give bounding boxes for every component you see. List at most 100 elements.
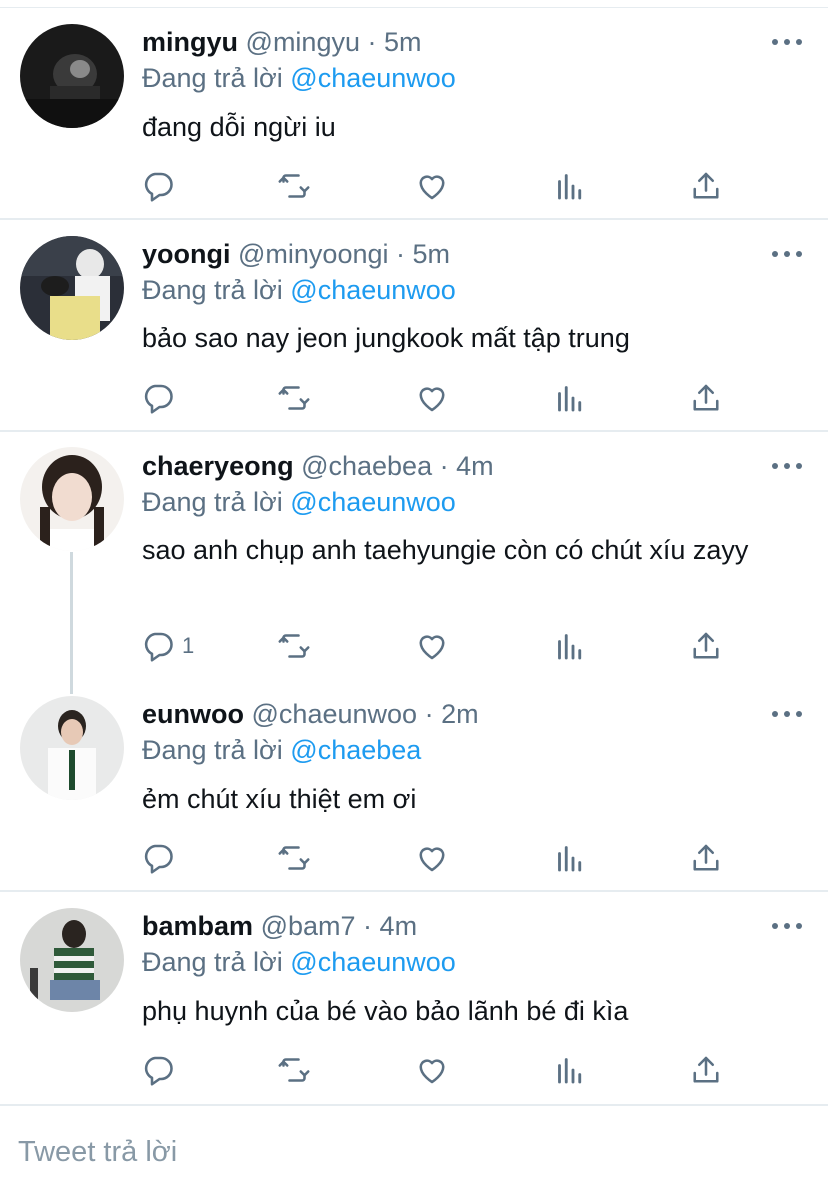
analytics-button[interactable]	[552, 166, 588, 206]
avatar[interactable]	[20, 908, 124, 1012]
like-button[interactable]	[414, 378, 450, 418]
reply-icon	[140, 628, 176, 664]
reply-button[interactable]	[140, 166, 176, 206]
action-bar	[140, 378, 740, 418]
timestamp[interactable]: 5m	[384, 27, 422, 57]
retweet-icon	[276, 168, 312, 204]
reply-context: Đang trả lời @chaeunwoo	[142, 273, 456, 307]
user-handle[interactable]: @chaebea	[301, 451, 432, 481]
reply-context: Đang trả lời @chaeunwoo	[142, 945, 456, 979]
retweet-icon	[276, 840, 312, 876]
reply-button[interactable]	[140, 378, 176, 418]
tweet-text: đang dỗi ngừi iu	[142, 112, 336, 142]
analytics-button[interactable]	[552, 378, 588, 418]
like-icon	[414, 1052, 450, 1088]
more-icon[interactable]	[772, 461, 802, 471]
retweet-button[interactable]	[276, 838, 312, 878]
mention-link[interactable]: @chaeunwoo	[290, 487, 456, 517]
reply-button[interactable]: 1	[140, 626, 194, 666]
user-handle[interactable]: @mingyu	[246, 27, 360, 57]
separator: ·	[424, 699, 434, 729]
reply-label: Đang trả lời	[142, 947, 283, 977]
reply-icon	[140, 1052, 176, 1088]
reply-icon	[140, 380, 176, 416]
avatar[interactable]	[20, 24, 124, 128]
tweet-header: eunwoo @chaeunwoo · 2m	[142, 697, 479, 731]
mention-link[interactable]: @chaeunwoo	[290, 275, 456, 305]
avatar[interactable]	[20, 447, 124, 551]
like-icon	[414, 840, 450, 876]
retweet-button[interactable]	[276, 626, 312, 666]
like-icon	[414, 380, 450, 416]
more-icon[interactable]	[772, 709, 802, 719]
tweet-header: chaeryeong @chaebea · 4m	[142, 449, 494, 483]
timestamp[interactable]: 4m	[456, 451, 494, 481]
action-bar: 1	[140, 626, 740, 666]
more-icon[interactable]	[772, 37, 802, 47]
reply-icon	[140, 840, 176, 876]
reply-input[interactable]: Tweet trả lời	[18, 1136, 177, 1169]
display-name[interactable]: bambam	[142, 911, 253, 941]
share-button[interactable]	[688, 626, 724, 666]
more-icon[interactable]	[772, 249, 802, 259]
reply-context: Đang trả lời @chaeunwoo	[142, 485, 456, 519]
like-icon	[414, 628, 450, 664]
retweet-icon	[276, 1052, 312, 1088]
reply-label: Đang trả lời	[142, 487, 283, 517]
like-button[interactable]	[414, 1050, 450, 1090]
separator: ·	[396, 239, 406, 269]
tweet-header: yoongi @minyoongi · 5m	[142, 237, 450, 271]
analytics-button[interactable]	[552, 838, 588, 878]
mention-link[interactable]: @chaeunwoo	[290, 63, 456, 93]
share-button[interactable]	[688, 378, 724, 418]
analytics-icon	[552, 380, 588, 416]
divider	[0, 218, 828, 220]
mention-link[interactable]: @chaeunwoo	[290, 947, 456, 977]
retweet-button[interactable]	[276, 378, 312, 418]
like-button[interactable]	[414, 626, 450, 666]
retweet-button[interactable]	[276, 166, 312, 206]
reply-label: Đang trả lời	[142, 63, 283, 93]
analytics-icon	[552, 168, 588, 204]
mention-link[interactable]: @chaebea	[290, 735, 421, 765]
retweet-icon	[276, 628, 312, 664]
tweet-text: bảo sao nay jeon jungkook mất tập trung	[142, 323, 630, 353]
tweet-header: mingyu @mingyu · 5m	[142, 25, 422, 59]
analytics-button[interactable]	[552, 1050, 588, 1090]
timestamp[interactable]: 2m	[441, 699, 479, 729]
share-button[interactable]	[688, 838, 724, 878]
retweet-button[interactable]	[276, 1050, 312, 1090]
display-name[interactable]: mingyu	[142, 27, 238, 57]
reply-count: 1	[182, 633, 195, 658]
user-handle[interactable]: @bam7	[261, 911, 356, 941]
reply-button[interactable]	[140, 838, 176, 878]
like-button[interactable]	[414, 838, 450, 878]
share-button[interactable]	[688, 166, 724, 206]
display-name[interactable]: chaeryeong	[142, 451, 294, 481]
avatar[interactable]	[20, 236, 124, 340]
like-button[interactable]	[414, 166, 450, 206]
top-edge	[0, 0, 828, 8]
reply-button[interactable]	[140, 1050, 176, 1090]
thread-line	[70, 552, 73, 694]
timestamp[interactable]: 5m	[413, 239, 451, 269]
like-icon	[414, 168, 450, 204]
analytics-icon	[552, 840, 588, 876]
share-button[interactable]	[688, 1050, 724, 1090]
reply-composer[interactable]: Tweet trả lời	[0, 1104, 828, 1196]
separator: ·	[367, 27, 377, 57]
separator: ·	[363, 911, 373, 941]
timestamp[interactable]: 4m	[380, 911, 418, 941]
analytics-button[interactable]	[552, 626, 588, 666]
divider	[0, 890, 828, 892]
action-bar	[140, 838, 740, 878]
user-handle[interactable]: @chaeunwoo	[252, 699, 418, 729]
user-handle[interactable]: @minyoongi	[238, 239, 388, 269]
retweet-icon	[276, 380, 312, 416]
share-icon	[688, 380, 724, 416]
avatar[interactable]	[20, 696, 124, 800]
display-name[interactable]: eunwoo	[142, 699, 244, 729]
display-name[interactable]: yoongi	[142, 239, 231, 269]
more-icon[interactable]	[772, 921, 802, 931]
divider	[0, 430, 828, 432]
